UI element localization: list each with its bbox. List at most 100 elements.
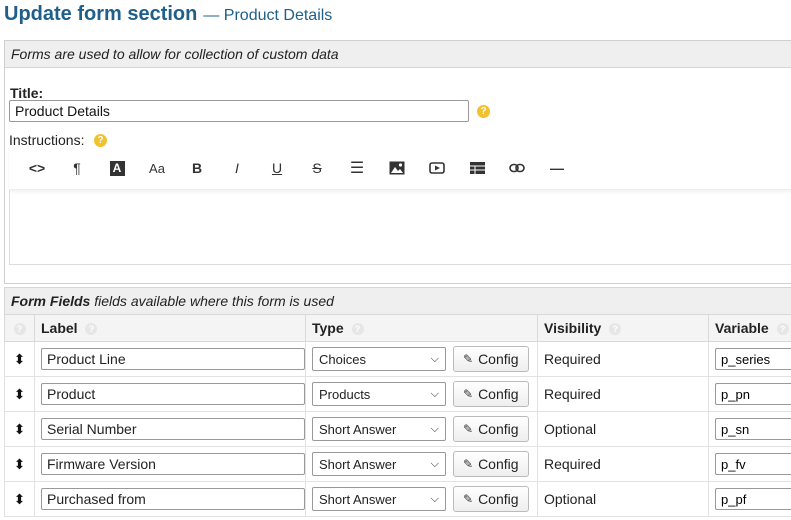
chevron-down-icon: ⌵ [430,422,439,435]
visibility-value[interactable]: Optional [537,481,709,517]
field-label-input[interactable] [41,453,305,475]
form-section-panel: Forms are used to allow for collection o… [4,40,791,284]
font-size-icon[interactable]: Aa [145,157,169,179]
drag-handle-icon[interactable]: ⬍ [4,481,35,517]
table-header-row: ? Label ? Type ? Visibility ? Variable ? [4,314,791,342]
variable-input[interactable] [715,418,791,440]
field-label-input[interactable] [41,348,305,370]
variable-header-text: Variable [715,320,769,336]
link-icon[interactable] [505,157,529,179]
edit-icon: ✎ [463,457,474,471]
instructions-help-icon[interactable]: ? [94,134,107,147]
visibility-value[interactable]: Required [537,376,709,412]
type-header-text: Type [312,320,344,336]
table-row: ⬍ Choices ⌵ ✎ Config Required [4,341,791,377]
field-label-input[interactable] [41,418,305,440]
form-fields-table: ? Label ? Type ? Visibility ? Variable ?… [4,314,791,517]
config-button[interactable]: ✎ Config [453,486,529,512]
bold-icon[interactable]: B [185,157,209,179]
field-type-value: Short Answer [319,421,397,437]
config-label: Config [478,456,519,472]
variable-input[interactable] [715,488,791,510]
table-row: ⬍ Short Answer ⌵ ✎ Config Required [4,446,791,482]
label-column-header: Label ? [34,314,306,342]
table-icon[interactable] [465,157,489,179]
variable-column-header: Variable ? [708,314,791,342]
chevron-down-icon: ⌵ [430,352,439,365]
title-input[interactable] [9,100,469,122]
video-icon[interactable] [425,157,449,179]
label-header-text: Label [41,320,78,336]
field-type-value: Short Answer [319,491,397,507]
title-help-icon[interactable]: ? [477,105,490,118]
field-type-value: Products [319,386,371,402]
config-button[interactable]: ✎ Config [453,451,529,477]
visibility-value[interactable]: Required [537,341,709,377]
type-column-header: Type ? [305,314,538,342]
field-label-input[interactable] [41,383,305,405]
config-label: Config [478,421,519,437]
paragraph-icon[interactable]: ¶ [65,157,89,179]
drag-handle-icon[interactable]: ⬍ [4,446,35,482]
field-type-value: Short Answer [319,456,397,472]
chevron-down-icon: ⌵ [430,457,439,470]
form-fields-title: Form Fields [11,293,91,309]
field-type-select[interactable]: Choices ⌵ [312,347,446,371]
field-type-select[interactable]: Short Answer ⌵ [312,487,446,511]
instructions-label: Instructions: [9,132,85,148]
field-type-select[interactable]: Products ⌵ [312,382,446,406]
edit-icon: ✎ [463,422,474,436]
config-label: Config [478,351,519,367]
horizontal-rule-icon[interactable]: — [545,157,569,179]
edit-icon: ✎ [463,492,474,506]
visibility-value[interactable]: Optional [537,411,709,447]
config-button[interactable]: ✎ Config [453,346,529,372]
page-subtitle: — Product Details [203,7,333,24]
config-button[interactable]: ✎ Config [453,381,529,407]
help-icon: ? [351,323,364,336]
form-fields-subtitle: fields available where this form is used [94,293,334,309]
edit-icon: ✎ [463,352,474,366]
page-title: Update form section [4,3,198,25]
table-row: ⬍ Short Answer ⌵ ✎ Config Optional [4,481,791,517]
table-row: ⬍ Short Answer ⌵ ✎ Config Optional [4,411,791,447]
code-view-icon[interactable]: <> [25,157,49,179]
list-icon[interactable]: ☰ [345,157,369,179]
chevron-down-icon: ⌵ [430,387,439,400]
title-label: Title: [10,85,44,101]
underline-icon[interactable]: U [265,157,289,179]
field-type-value: Choices [319,351,366,367]
editor-toolbar: <> ¶ A Aa B I U S ☰ — [9,149,791,190]
visibility-column-header: Visibility ? [537,314,709,342]
strikethrough-icon[interactable]: S [305,157,329,179]
panel-description: Forms are used to allow for collection o… [5,41,791,68]
table-row: ⬍ Products ⌵ ✎ Config Required [4,376,791,412]
help-icon: ? [13,323,26,336]
instructions-editor[interactable] [9,190,791,265]
visibility-header-text: Visibility [544,320,602,336]
variable-input[interactable] [715,453,791,475]
form-fields-header: Form Fields fields available where this … [4,287,791,315]
variable-input[interactable] [715,348,791,370]
help-icon: ? [85,323,98,336]
italic-icon[interactable]: I [225,157,249,179]
visibility-value[interactable]: Required [537,446,709,482]
help-icon: ? [776,323,789,336]
page-header: Update form section — Product Details [4,3,332,29]
drag-handle-icon[interactable]: ⬍ [4,411,35,447]
config-label: Config [478,491,519,507]
config-button[interactable]: ✎ Config [453,416,529,442]
field-label-input[interactable] [41,488,305,510]
field-type-select[interactable]: Short Answer ⌵ [312,417,446,441]
config-label: Config [478,386,519,402]
drag-column-header: ? [4,314,35,342]
image-icon[interactable] [385,157,409,179]
drag-handle-icon[interactable]: ⬍ [4,376,35,412]
field-type-select[interactable]: Short Answer ⌵ [312,452,446,476]
drag-handle-icon[interactable]: ⬍ [4,341,35,377]
edit-icon: ✎ [463,387,474,401]
text-color-glyph: A [109,160,125,176]
variable-input[interactable] [715,383,791,405]
text-color-icon[interactable]: A [105,157,129,179]
chevron-down-icon: ⌵ [430,492,439,505]
